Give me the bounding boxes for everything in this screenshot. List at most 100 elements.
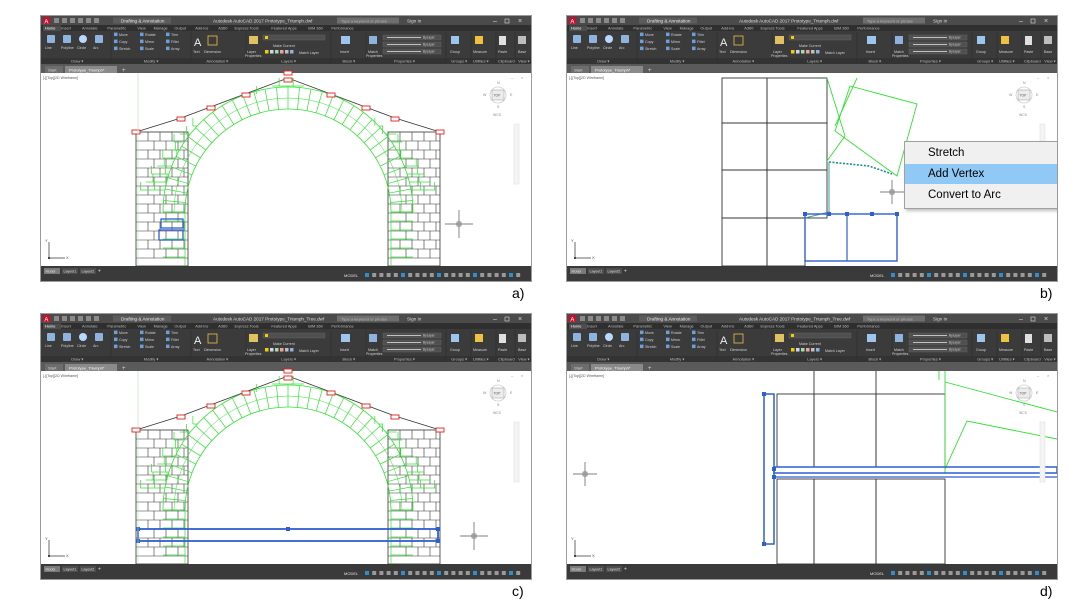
tool-line-icon[interactable] bbox=[47, 333, 55, 341]
ribbon-tab-insert[interactable]: Insert bbox=[61, 324, 72, 329]
grip-handle[interactable] bbox=[176, 116, 186, 122]
ribbon-tab-bim-360[interactable]: BIM 360 bbox=[834, 26, 849, 31]
tool-scale-icon[interactable] bbox=[140, 46, 144, 51]
status-toggle-icon[interactable] bbox=[372, 571, 377, 575]
status-toggle-icon[interactable] bbox=[1035, 571, 1039, 575]
tool-copy-icon[interactable] bbox=[640, 39, 644, 44]
ribbon-tab-add-ins[interactable]: Add-ins bbox=[721, 26, 734, 31]
status-toggle-icon[interactable] bbox=[1013, 571, 1018, 575]
model-space-toggle[interactable]: MODEL bbox=[344, 273, 359, 278]
ribbon-group-utilities[interactable]: Utilities ▾ bbox=[473, 357, 489, 362]
layer-tool-icon[interactable] bbox=[265, 348, 269, 352]
tool-trim-icon[interactable] bbox=[692, 330, 696, 335]
new-tab-icon[interactable]: + bbox=[122, 366, 126, 372]
tool-circle-icon[interactable] bbox=[605, 35, 613, 43]
tool-scale-icon[interactable] bbox=[666, 344, 670, 349]
tool-circle-icon[interactable] bbox=[605, 333, 613, 341]
group-icon[interactable] bbox=[977, 334, 985, 342]
status-toggle-icon[interactable] bbox=[480, 571, 485, 575]
tool-fillet-icon[interactable] bbox=[692, 337, 696, 342]
ribbon-group-draw[interactable]: Draw ▾ bbox=[71, 59, 83, 64]
tool-stretch-icon[interactable] bbox=[114, 344, 118, 349]
tool-match-layer-label[interactable]: Match Layer bbox=[825, 349, 846, 353]
status-toggle-icon[interactable] bbox=[451, 273, 456, 277]
quick-access-icon[interactable] bbox=[54, 18, 59, 23]
ribbon-tab-performance[interactable]: Performance bbox=[857, 26, 879, 31]
tool-rotate-icon[interactable] bbox=[140, 330, 144, 335]
ribbon-group-view[interactable]: View ▾ bbox=[1044, 59, 1055, 64]
layer-properties-icon[interactable] bbox=[249, 334, 258, 342]
status-toggle-icon[interactable] bbox=[437, 571, 441, 575]
status-toggle-icon[interactable] bbox=[444, 273, 449, 277]
viewcube-wcs[interactable]: WCS bbox=[493, 113, 502, 117]
ribbon-group-layers[interactable]: Layers ▾ bbox=[807, 59, 822, 64]
tool-copy-icon[interactable] bbox=[114, 39, 118, 44]
tool-circle-icon[interactable] bbox=[79, 333, 87, 341]
ribbon-tab-view[interactable]: View bbox=[663, 26, 672, 31]
ribbon-tab-express-tools[interactable]: Express Tools bbox=[235, 26, 259, 31]
quick-access-icon[interactable] bbox=[596, 316, 601, 321]
status-toggle-icon[interactable] bbox=[408, 273, 413, 277]
layer-tool-icon[interactable] bbox=[280, 348, 284, 352]
status-toggle-icon[interactable] bbox=[429, 273, 434, 277]
sign-in-link[interactable]: Sign In bbox=[407, 317, 422, 322]
ribbon-group-draw[interactable]: Draw ▾ bbox=[597, 357, 609, 362]
ribbon-group-view[interactable]: View ▾ bbox=[518, 59, 529, 64]
tool-polyline-icon[interactable] bbox=[589, 35, 597, 43]
status-toggle-icon[interactable] bbox=[516, 571, 521, 575]
ribbon-group-utilities[interactable]: Utilities ▾ bbox=[999, 59, 1015, 64]
match-properties-icon[interactable] bbox=[895, 36, 903, 44]
text-tool-icon[interactable]: A bbox=[720, 335, 728, 347]
base-view-icon[interactable] bbox=[1044, 334, 1052, 342]
measure-icon[interactable] bbox=[1001, 36, 1009, 44]
tool-copy-icon[interactable] bbox=[640, 337, 644, 342]
layer-tool-icon[interactable] bbox=[290, 50, 294, 54]
ribbon-group-block[interactable]: Block ▾ bbox=[343, 357, 356, 362]
layer-tool-icon[interactable] bbox=[791, 50, 795, 54]
ribbon-tab-performance[interactable]: Performance bbox=[331, 26, 353, 31]
ribbon-tab-output[interactable]: Output bbox=[700, 324, 713, 329]
tool-line-icon[interactable] bbox=[47, 35, 55, 43]
viewcube-wcs[interactable]: WCS bbox=[1019, 411, 1028, 415]
tool-fillet-icon[interactable] bbox=[166, 337, 170, 342]
quick-access-icon[interactable] bbox=[588, 18, 593, 23]
ribbon-group-properties[interactable]: Properties ▾ bbox=[394, 357, 415, 362]
layer-tool-icon[interactable] bbox=[280, 50, 284, 54]
status-toggle-icon[interactable] bbox=[1027, 273, 1032, 277]
ribbon-group-layers[interactable]: Layers ▾ bbox=[281, 59, 296, 64]
status-toggle-icon[interactable] bbox=[948, 571, 953, 575]
ribbon-tab-add-ins[interactable]: Add-ins bbox=[721, 324, 734, 329]
grip-handle[interactable] bbox=[241, 92, 251, 98]
status-toggle-icon[interactable] bbox=[963, 273, 967, 277]
status-toggle-icon[interactable] bbox=[509, 273, 513, 277]
group-icon[interactable] bbox=[451, 36, 459, 44]
status-toggle-icon[interactable] bbox=[941, 273, 946, 277]
tool-match-layer-label[interactable]: Match Layer bbox=[825, 51, 846, 55]
tool-make-current-label[interactable]: Make Current bbox=[273, 342, 295, 346]
ribbon-tab-performance[interactable]: Performance bbox=[331, 324, 353, 329]
tool-arc-icon[interactable] bbox=[621, 35, 629, 43]
grip-handle[interactable] bbox=[283, 375, 293, 381]
insert-block-icon[interactable] bbox=[341, 334, 350, 342]
quick-access-icon[interactable] bbox=[78, 316, 83, 321]
ribbon-tab-manage[interactable]: Manage bbox=[680, 26, 694, 31]
ribbon-tab-a360[interactable]: A360 bbox=[218, 324, 228, 329]
tool-arc-icon[interactable] bbox=[95, 35, 103, 43]
ribbon-tab-featured-apps[interactable]: Featured Apps bbox=[797, 324, 822, 329]
layer-tool-icon[interactable] bbox=[811, 50, 815, 54]
tool-arc-icon[interactable] bbox=[95, 333, 103, 341]
status-toggle-icon[interactable] bbox=[891, 273, 895, 277]
ribbon-tab-insert[interactable]: Insert bbox=[587, 26, 598, 31]
quick-access-icon[interactable] bbox=[612, 18, 617, 23]
tool-trim-icon[interactable] bbox=[166, 32, 170, 37]
measure-icon[interactable] bbox=[475, 36, 483, 44]
model-space-toggle[interactable]: MODEL bbox=[344, 571, 359, 576]
text-tool-icon[interactable]: A bbox=[194, 335, 202, 347]
tool-stretch-icon[interactable] bbox=[640, 46, 644, 51]
tool-array-icon[interactable] bbox=[166, 344, 170, 349]
tool-mirror-icon[interactable] bbox=[666, 39, 670, 44]
status-toggle-icon[interactable] bbox=[480, 273, 485, 277]
ribbon-group-modify[interactable]: Modify ▾ bbox=[144, 59, 159, 64]
minimize-icon[interactable]: – bbox=[1019, 18, 1023, 25]
group-icon[interactable] bbox=[451, 334, 459, 342]
